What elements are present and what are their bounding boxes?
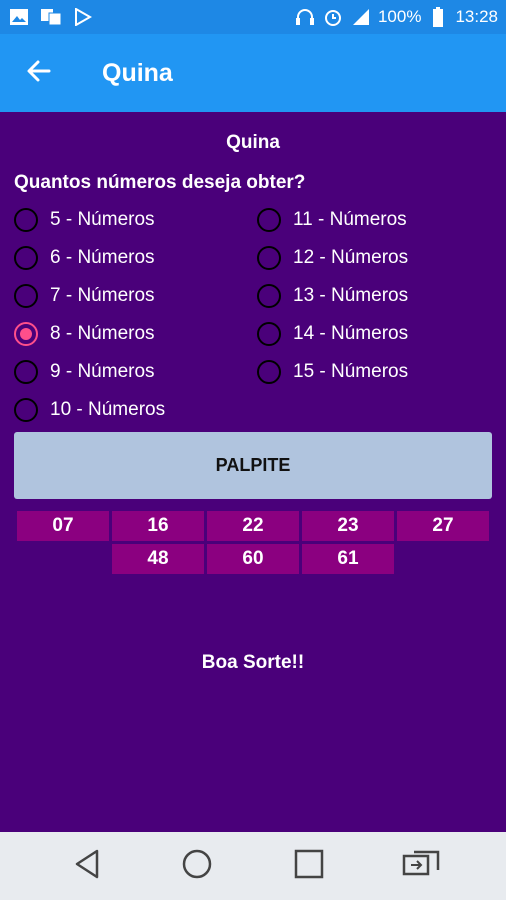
good-luck-text: Boa Sorte!! <box>201 652 305 673</box>
radio-6-numeros[interactable]: 6 - Números <box>14 244 155 272</box>
radio-circle <box>14 360 38 384</box>
result-number: 61 <box>302 544 394 574</box>
result-number: 23 <box>302 511 394 541</box>
translate-icon <box>40 7 62 27</box>
result-number: 16 <box>112 511 204 541</box>
nav-back-button[interactable] <box>62 841 112 891</box>
radio-label: 5 - Números <box>50 209 155 230</box>
radio-5-numeros[interactable]: 5 - Números <box>14 206 155 234</box>
navigation-bar <box>0 832 506 900</box>
dual-window-icon <box>402 850 440 883</box>
nav-switch-button[interactable] <box>396 841 446 891</box>
result-number: 27 <box>397 511 489 541</box>
radio-label: 12 - Números <box>293 247 409 268</box>
radio-label: 9 - Números <box>50 361 155 382</box>
play-store-icon <box>72 7 94 27</box>
nav-home-button[interactable] <box>172 841 222 891</box>
radio-8-numeros[interactable]: 8 - Números <box>14 320 155 348</box>
main-content: Quina Quantos números deseja obter? 5 - … <box>0 112 506 832</box>
battery-percentage: 100% <box>377 7 422 26</box>
radio-label: 11 - Números <box>293 209 407 230</box>
radio-circle <box>14 208 38 232</box>
radio-circle <box>257 284 281 308</box>
radio-circle <box>257 322 281 346</box>
radio-label: 6 - Números <box>50 247 155 268</box>
result-number: 07 <box>17 511 109 541</box>
radio-10-numeros[interactable]: 10 - Números <box>14 396 165 424</box>
radio-label: 10 - Números <box>50 399 166 420</box>
result-number: 60 <box>207 544 299 574</box>
square-recents-icon <box>294 849 324 884</box>
result-number: 48 <box>112 544 204 574</box>
app-bar: Quina <box>0 34 506 112</box>
radio-9-numeros[interactable]: 9 - Números <box>14 358 155 386</box>
radio-11-numeros[interactable]: 11 - Números <box>257 206 407 234</box>
radio-7-numeros[interactable]: 7 - Números <box>14 282 155 310</box>
nav-recents-button[interactable] <box>284 841 334 891</box>
radio-circle <box>14 284 38 308</box>
back-button[interactable] <box>0 34 78 112</box>
radio-label: 15 - Números <box>293 361 409 382</box>
radio-label: 13 - Números <box>293 285 409 306</box>
app-title: Quina <box>102 58 173 87</box>
circle-home-icon <box>181 848 213 885</box>
signal-icon <box>350 7 372 27</box>
section-title: Quina <box>226 132 280 153</box>
radio-12-numeros[interactable]: 12 - Números <box>257 244 408 272</box>
arrow-back-icon <box>25 57 53 90</box>
result-number: 22 <box>207 511 299 541</box>
radio-circle <box>257 208 281 232</box>
status-bar: 100% 13:28 <box>0 0 506 34</box>
headset-icon <box>294 7 316 27</box>
radio-circle <box>257 246 281 270</box>
radio-circle <box>257 360 281 384</box>
radio-circle <box>14 398 38 422</box>
radio-14-numeros[interactable]: 14 - Números <box>257 320 408 348</box>
battery-icon <box>427 7 449 27</box>
radio-15-numeros[interactable]: 15 - Números <box>257 358 408 386</box>
gallery-icon <box>8 7 30 27</box>
triangle-back-icon <box>73 848 101 885</box>
radio-label: 7 - Números <box>50 285 155 306</box>
palpite-button[interactable]: PALPITE <box>14 432 492 499</box>
question-label: Quantos números deseja obter? <box>14 172 306 193</box>
radio-label: 14 - Números <box>293 323 409 344</box>
radio-13-numeros[interactable]: 13 - Números <box>257 282 408 310</box>
radio-circle-checked <box>14 322 38 346</box>
alarm-icon <box>322 7 344 27</box>
radio-circle <box>14 246 38 270</box>
clock: 13:28 <box>455 7 498 26</box>
radio-label: 8 - Números <box>50 323 155 344</box>
